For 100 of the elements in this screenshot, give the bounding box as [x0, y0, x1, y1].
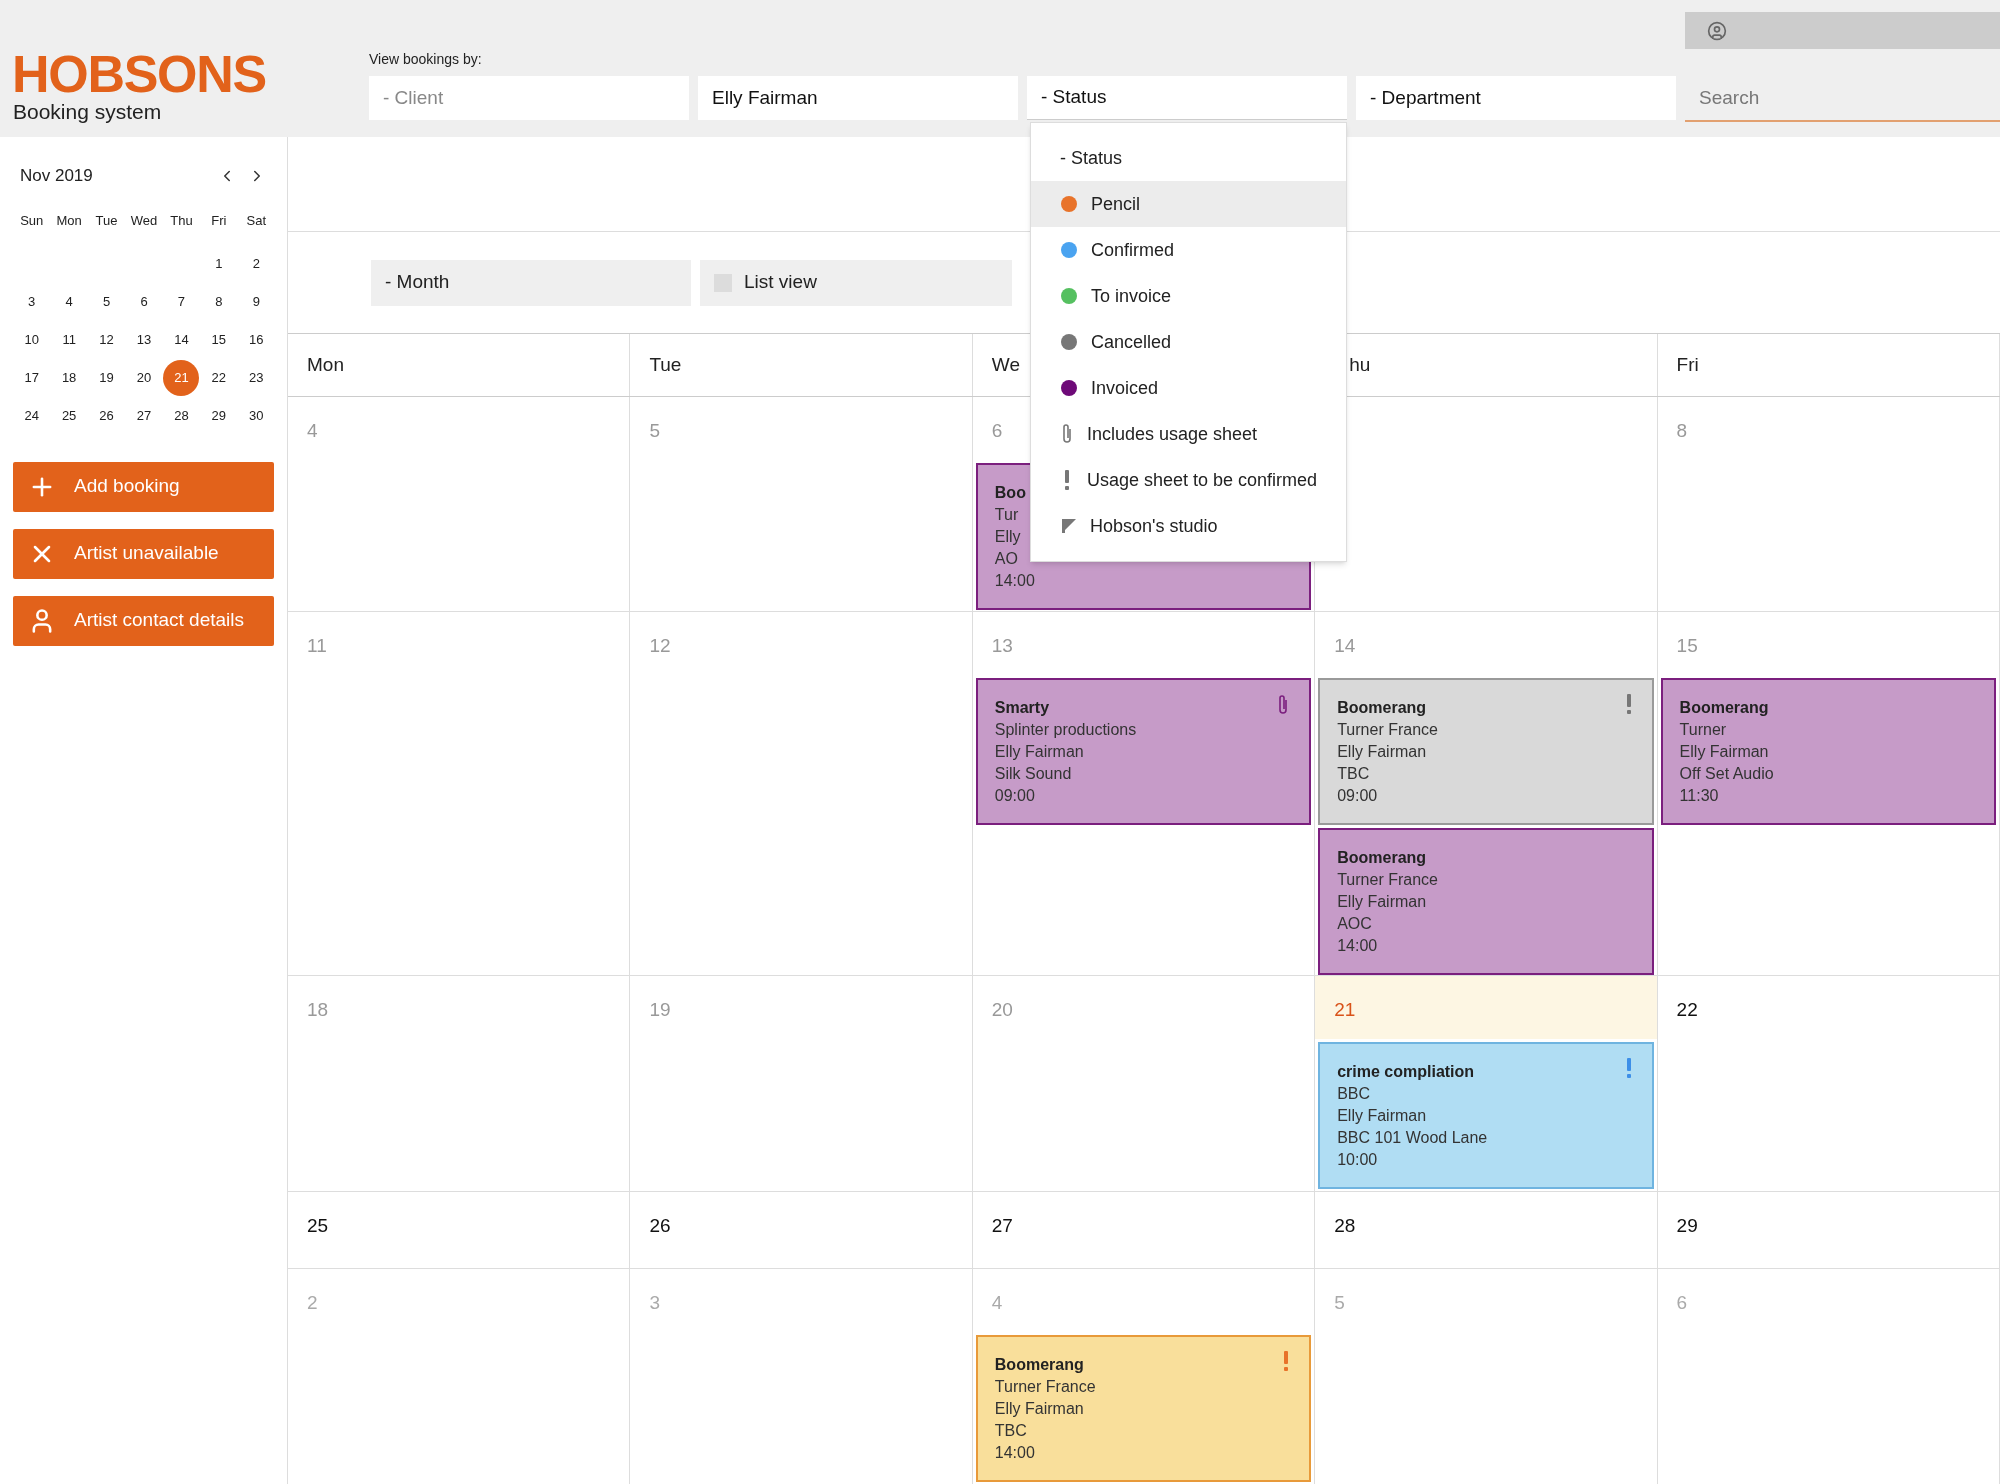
weekday-label: Fri [211, 211, 227, 230]
day-number: 20 [991, 999, 1013, 1020]
calendar-day[interactable]: 14 [172, 329, 191, 350]
booking-detail: Turner France [994, 1377, 1096, 1397]
calendar-day[interactable]: 25 [59, 405, 79, 426]
booking-detail: Elly Fairman [994, 1399, 1084, 1419]
calendar-day[interactable]: 23 [247, 367, 266, 388]
calendar-day[interactable]: 2 [250, 253, 262, 274]
booking-card[interactable]: Boomerang Turner Elly Fairman Off Set Audio 11:30 [1660, 678, 1996, 825]
booking-detail: Elly Fairman [1679, 742, 1769, 762]
filter-dropdown[interactable]: - Client [369, 76, 689, 120]
search-field[interactable]: Search [1685, 76, 2000, 122]
booking-detail: AO [994, 549, 1018, 569]
calendar-day[interactable]: 9 [250, 291, 262, 312]
calendar-day[interactable]: 8 [213, 291, 225, 312]
filter-dropdown[interactable]: - Status [1027, 76, 1347, 120]
calendar-day[interactable]: 13 [134, 329, 154, 350]
app-subtitle: Booking system [13, 100, 162, 124]
weekday-header: Mon [307, 352, 344, 377]
weekday-label: Wed [130, 211, 158, 230]
calendar-day[interactable]: 27 [134, 405, 154, 426]
calendar-day[interactable]: 22 [209, 367, 229, 388]
booking-detail: Silk Sound [994, 764, 1072, 784]
day-number: 11 [307, 635, 327, 656]
menu-item[interactable]: Usage sheet to be confirmed [1031, 457, 1346, 503]
menu-item[interactable]: Confirmed [1031, 227, 1346, 273]
booking-title: Boo [994, 483, 1026, 503]
calendar-day[interactable]: 19 [97, 367, 116, 388]
menu-item[interactable]: Hobson's studio [1031, 503, 1346, 549]
menu-item[interactable]: Includes usage sheet [1031, 411, 1346, 457]
booking-detail: 09:00 [1337, 786, 1378, 806]
booking-detail: TBC [1337, 764, 1370, 784]
booking-detail: Elly [994, 527, 1021, 547]
booking-card[interactable]: Boomerang Turner France Elly Fairman TBC 09:00 [1318, 678, 1654, 825]
day-number: 15 [1676, 635, 1698, 656]
calendar-day[interactable]: 21 [163, 359, 200, 396]
menu-item[interactable]: Pencil [1031, 181, 1346, 227]
menu-item-label: Pencil [1091, 192, 1141, 216]
booking-detail: Turner France [1337, 720, 1438, 740]
menu-item[interactable]: Invoiced [1031, 365, 1346, 411]
calendar-day[interactable]: 3 [26, 291, 38, 312]
day-number: 4 [991, 1292, 1003, 1313]
calendar-day[interactable]: 16 [247, 329, 266, 350]
menu-item[interactable]: - Status [1031, 135, 1346, 181]
filter-dropdown[interactable]: Elly Fairman [698, 76, 1018, 120]
weekday-header: hu [1349, 352, 1371, 377]
day-number: 25 [307, 1215, 329, 1236]
day-number: 13 [991, 635, 1013, 656]
filter-dropdown[interactable]: - Department [1356, 76, 1676, 120]
calendar-day[interactable]: 24 [22, 405, 41, 426]
booking-detail: Elly Fairman [1337, 742, 1427, 762]
booking-title: Boomerang [1337, 848, 1427, 868]
action-button[interactable]: Add booking [13, 461, 274, 512]
menu-item-label: Hobson's studio [1090, 514, 1218, 538]
calendar-day[interactable]: 15 [209, 329, 229, 350]
calendar-day[interactable]: 28 [172, 405, 191, 426]
list-view-toggle[interactable]: List view [700, 259, 1012, 306]
calendar-day[interactable]: 1 [213, 253, 225, 274]
calendar-day[interactable]: 7 [175, 291, 188, 312]
booking-title: Boomerang [1679, 698, 1769, 718]
calendar-day[interactable]: 20 [134, 367, 154, 388]
booking-card[interactable]: crime compliation BBC Elly Fairman BBC 101 Wood Lane 10:00 [1318, 1042, 1654, 1189]
calendar-day[interactable]: 12 [97, 329, 116, 350]
menu-item[interactable]: Cancelled [1031, 319, 1346, 365]
day-number: 8 [1676, 420, 1688, 441]
day-number: 12 [649, 635, 671, 656]
day-number: 19 [649, 999, 671, 1020]
day-number: 4 [307, 420, 318, 441]
day-number: 29 [1676, 1215, 1698, 1236]
booking-detail: Off Set Audio [1679, 764, 1774, 784]
action-button[interactable]: Artist unavailable [13, 528, 274, 579]
booking-detail: AOC [1337, 914, 1372, 934]
calendar-day[interactable]: 4 [63, 291, 75, 312]
day-number: 6 [1676, 1292, 1688, 1313]
action-button[interactable]: Artist contact details [13, 595, 274, 646]
day-number: 14 [1334, 635, 1356, 656]
month-title: Nov 2019 [20, 165, 93, 187]
calendar-day[interactable]: 10 [22, 329, 41, 350]
booking-detail: 14:00 [994, 1443, 1035, 1463]
menu-item-label: - Status [1060, 146, 1123, 170]
weekday-header: We [991, 352, 1020, 377]
booking-detail: 09:00 [994, 786, 1035, 806]
calendar-day[interactable]: 29 [209, 405, 229, 426]
booking-detail: BBC [1337, 1084, 1371, 1104]
calendar-day[interactable]: 5 [100, 291, 113, 312]
booking-card[interactable]: Smarty Splinter productions Elly Fairman Silk Sound 09:00 [975, 678, 1312, 825]
calendar-day[interactable]: 6 [138, 291, 150, 312]
calendar-day[interactable]: 26 [97, 405, 116, 426]
booking-card[interactable]: Boomerang Turner France Elly Fairman TBC 14:00 [975, 1335, 1312, 1482]
day-number: 18 [307, 999, 329, 1020]
calendar-day[interactable]: 11 [60, 329, 78, 350]
user-icon [1707, 20, 1727, 41]
menu-item-label: Confirmed [1091, 238, 1175, 262]
booking-card[interactable]: Boomerang Turner France Elly Fairman AOC 14:00 [1318, 828, 1654, 975]
calendar-day[interactable]: 30 [247, 405, 266, 426]
period-dropdown[interactable]: - Month [371, 259, 691, 306]
calendar-day[interactable]: 18 [59, 367, 79, 388]
menu-item[interactable]: To invoice [1031, 273, 1346, 319]
calendar-day[interactable]: 17 [22, 367, 41, 388]
booking-detail: Elly Fairman [994, 742, 1084, 762]
